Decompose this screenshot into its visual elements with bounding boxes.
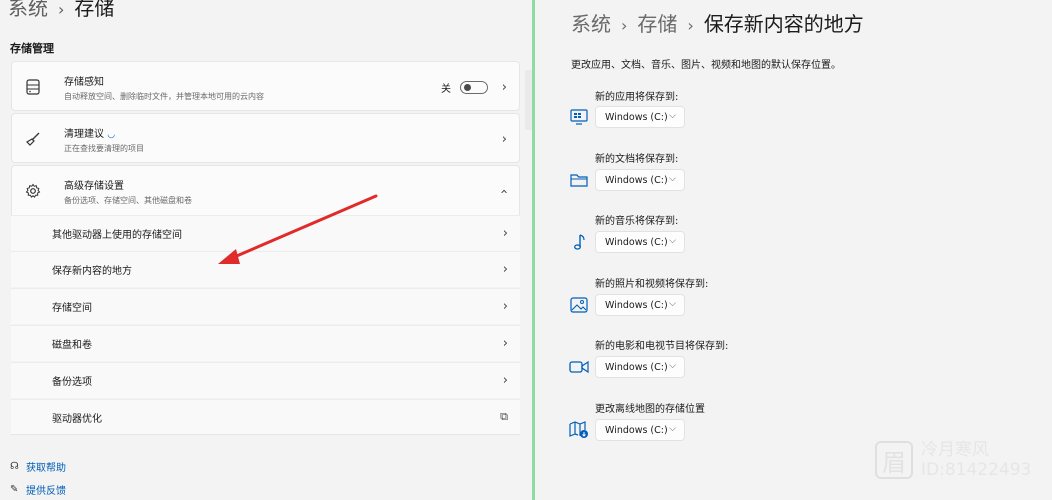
toggle-state-label: 关 xyxy=(441,83,451,95)
get-help-label: 获取帮助 xyxy=(26,463,66,474)
picture-icon xyxy=(569,295,589,315)
storage-sense-desc: 自动释放空间、删除临时文件，并管理本地可用的云内容 xyxy=(64,91,264,101)
chevron-down-icon: ⌵ xyxy=(669,361,676,371)
section-title: 存储管理 xyxy=(10,42,54,55)
watermark: 眉 冷月寒风 ID:81422493 xyxy=(875,440,1031,480)
page-description: 更改应用、文档、音乐、图片、视频和地图的默认保存位置。 xyxy=(571,60,841,71)
advanced-storage-desc: 备份选项、存储空间、其他磁盘和卷 xyxy=(64,195,192,205)
breadcrumb: 系统 › 存储 › 保存新内容的地方 xyxy=(571,8,864,37)
maps-save-label: 更改离线地图的存储位置 xyxy=(595,404,705,415)
dropdown-value: Windows (C:) xyxy=(605,111,668,123)
movies-drive-dropdown[interactable]: Windows (C:) ⌵ xyxy=(595,356,685,378)
watermark-id: ID:81422493 xyxy=(921,460,1032,480)
chevron-down-icon: ⌵ xyxy=(669,236,676,246)
open-external-icon: ⧉ xyxy=(500,410,508,423)
video-camera-icon xyxy=(569,357,589,377)
sub-item-other-drives[interactable]: 其他驱动器上使用的存储空间 › xyxy=(11,215,520,251)
chevron-right-icon: › xyxy=(502,226,508,241)
chevron-right-icon: › xyxy=(621,16,628,35)
dropdown-value: Windows (C:) xyxy=(605,236,668,248)
feedback-link[interactable]: ✎ 提供反馈 xyxy=(10,482,66,497)
help-icon: ☊ xyxy=(10,461,19,472)
chevron-right-icon[interactable]: › xyxy=(502,80,507,95)
chevron-right-icon: › xyxy=(58,0,65,19)
sub-item-label: 其他驱动器上使用的存储空间 xyxy=(52,230,182,241)
chevron-down-icon: ⌵ xyxy=(669,111,676,121)
dropdown-value: Windows (C:) xyxy=(605,299,668,311)
documents-save-label: 新的文档将保存到: xyxy=(595,154,679,165)
chevron-right-icon: › xyxy=(502,262,508,277)
get-help-link[interactable]: ☊ 获取帮助 xyxy=(10,459,66,474)
loading-spinner-icon: ◡ xyxy=(107,129,116,140)
sub-item-label: 磁盘和卷 xyxy=(52,340,92,351)
broom-icon xyxy=(24,130,42,148)
watermark-logo-icon: 眉 xyxy=(875,441,913,479)
cleanup-title: 清理建议 xyxy=(64,128,104,140)
sub-item-label: 保存新内容的地方 xyxy=(52,266,132,277)
dropdown-value: Windows (C:) xyxy=(605,424,668,436)
advanced-storage-card[interactable]: 高级存储设置 备份选项、存储空间、其他磁盘和卷 › xyxy=(11,165,520,215)
apps-drive-dropdown[interactable]: Windows (C:) ⌵ xyxy=(595,106,685,128)
dropdown-value: Windows (C:) xyxy=(605,361,668,373)
chevron-right-icon: › xyxy=(502,336,508,351)
drive-icon xyxy=(24,78,42,96)
chevron-right-icon: › xyxy=(502,299,508,314)
sub-item-label: 备份选项 xyxy=(52,377,92,388)
photos-drive-dropdown[interactable]: Windows (C:) ⌵ xyxy=(595,294,685,316)
map-download-icon xyxy=(569,420,589,440)
maps-drive-dropdown[interactable]: Windows (C:) ⌵ xyxy=(595,419,685,441)
breadcrumb-system[interactable]: 系统 xyxy=(8,0,48,20)
gear-icon xyxy=(24,182,42,200)
cleanup-desc: 正在查找要清理的项目 xyxy=(64,143,144,153)
folder-icon xyxy=(569,170,589,190)
music-save-label: 新的音乐将保存到: xyxy=(595,216,679,227)
window-edge xyxy=(525,70,532,130)
chevron-right-icon: › xyxy=(502,373,508,388)
music-drive-dropdown[interactable]: Windows (C:) ⌵ xyxy=(595,231,685,253)
breadcrumb: 系统 › 存储 xyxy=(8,0,114,21)
sub-item-backup-options[interactable]: 备份选项 › xyxy=(11,362,520,398)
storage-sense-card[interactable]: 存储感知 自动释放空间、删除临时文件，并管理本地可用的云内容 关 › xyxy=(11,61,520,111)
movies-save-label: 新的电影和电视节目将保存到: xyxy=(595,341,729,352)
apps-save-label: 新的应用将保存到: xyxy=(595,92,679,103)
chevron-down-icon: ⌵ xyxy=(669,424,676,434)
photos-save-label: 新的照片和视频将保存到: xyxy=(595,279,709,290)
feedback-icon: ✎ xyxy=(10,484,19,495)
storage-settings-window: 系统 › 存储 存储管理 存储感知 自动释放空间、删除临时文件，并管理本地可用的云内… xyxy=(0,0,532,500)
sub-item-disks-volumes[interactable]: 磁盘和卷 › xyxy=(11,325,520,361)
music-note-icon xyxy=(569,232,589,252)
advanced-storage-title: 高级存储设置 xyxy=(64,180,124,192)
watermark-name: 冷月寒风 xyxy=(921,440,989,460)
sub-item-save-locations[interactable]: 保存新内容的地方 › xyxy=(11,251,520,287)
dropdown-value: Windows (C:) xyxy=(605,174,668,186)
page-title: 存储 xyxy=(74,0,115,20)
breadcrumb-system[interactable]: 系统 xyxy=(571,12,611,36)
breadcrumb-storage[interactable]: 存储 xyxy=(637,12,677,36)
documents-drive-dropdown[interactable]: Windows (C:) ⌵ xyxy=(595,169,685,191)
sub-item-label: 存储空间 xyxy=(52,303,92,314)
save-locations-window: 系统 › 存储 › 保存新内容的地方 更改应用、文档、音乐、图片、视频和地图的默认保存位… xyxy=(535,0,1052,500)
page-title: 保存新内容的地方 xyxy=(703,12,864,36)
sub-item-label: 驱动器优化 xyxy=(52,413,102,425)
chevron-right-icon: › xyxy=(687,16,694,35)
chevron-down-icon: ⌵ xyxy=(669,174,676,184)
chevron-right-icon[interactable]: › xyxy=(502,132,507,147)
chevron-down-icon: ⌵ xyxy=(669,299,676,309)
storage-sense-toggle[interactable] xyxy=(460,80,488,94)
sub-item-storage-spaces[interactable]: 存储空间 › xyxy=(11,288,520,324)
chevron-up-icon[interactable]: › xyxy=(497,188,512,193)
feedback-label: 提供反馈 xyxy=(26,486,66,497)
storage-sense-title: 存储感知 xyxy=(64,76,104,88)
apps-icon xyxy=(569,107,589,127)
cleanup-recommendations-card[interactable]: 清理建议 ◡ 正在查找要清理的项目 › xyxy=(11,113,520,163)
sub-item-drive-optimization[interactable]: 驱动器优化 ⧉ xyxy=(11,399,520,435)
